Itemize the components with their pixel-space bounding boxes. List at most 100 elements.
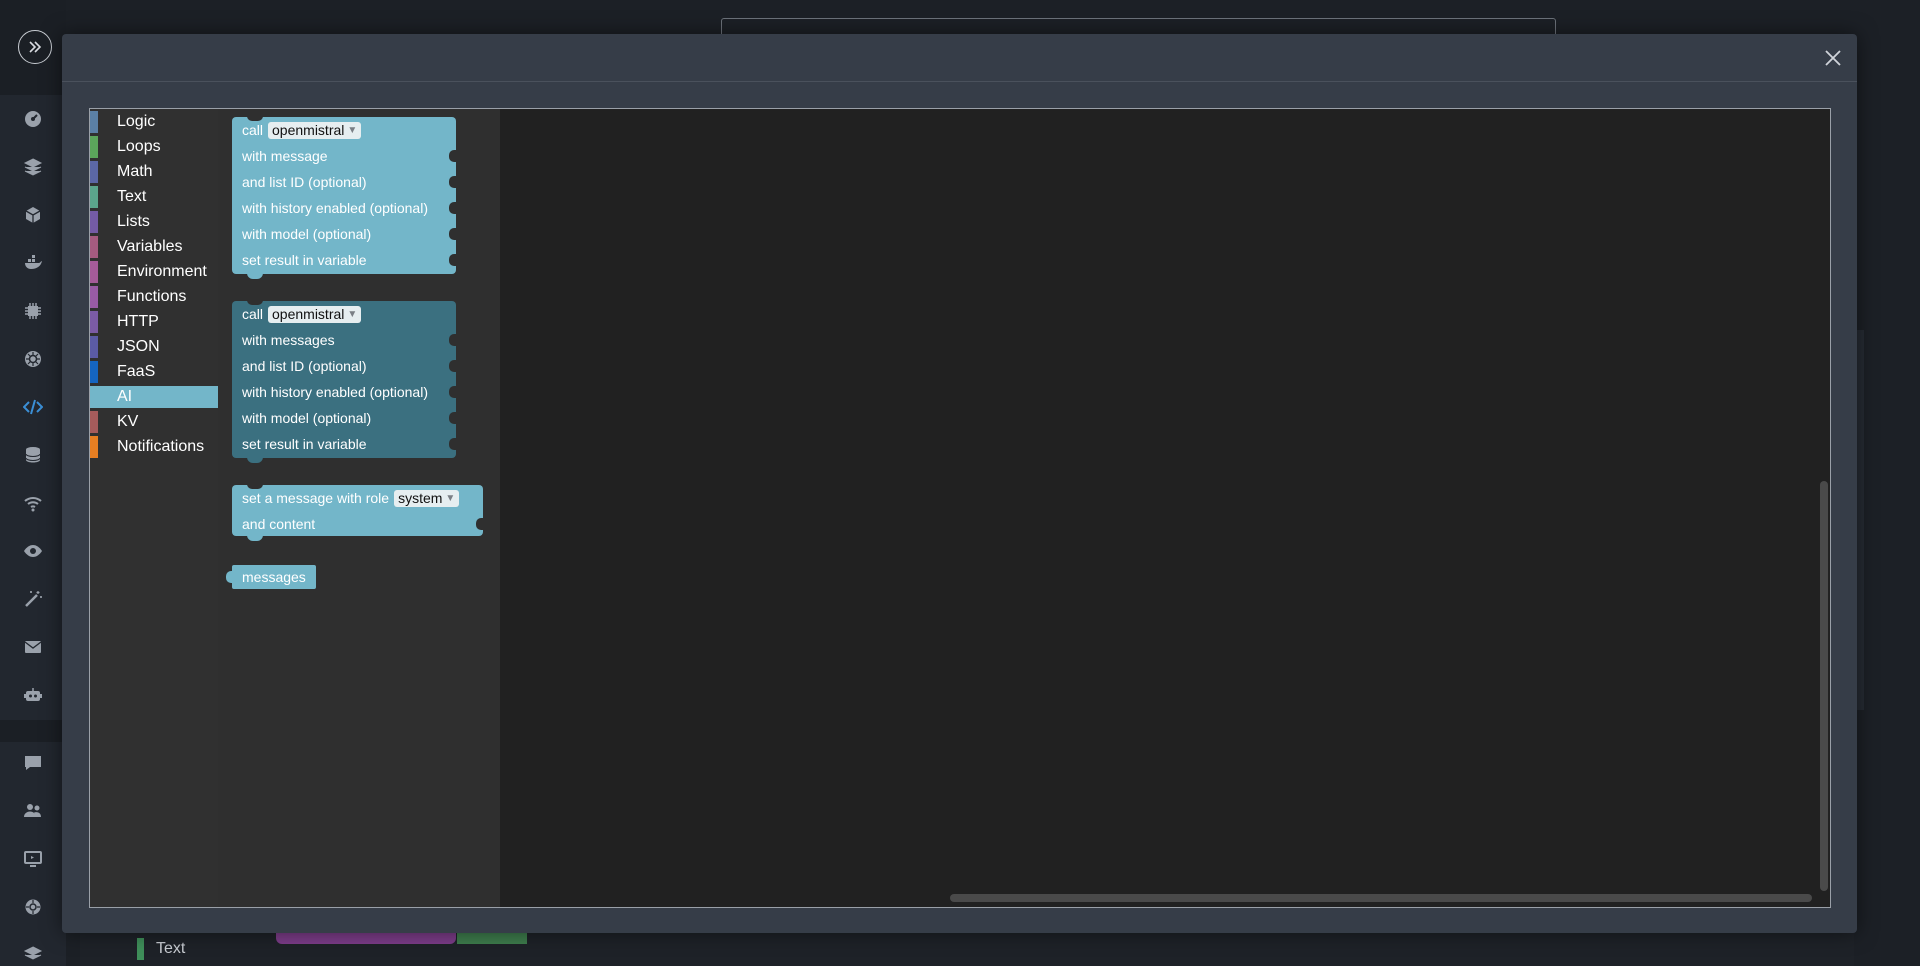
- expand-sidebar-button[interactable]: [18, 30, 52, 64]
- docker-icon[interactable]: [22, 252, 44, 274]
- toolbox-category-variables[interactable]: Variables: [90, 236, 218, 258]
- code-icon[interactable]: [22, 396, 44, 418]
- sidebar-divider: [0, 720, 66, 742]
- vertical-scrollbar[interactable]: [1820, 481, 1828, 891]
- category-swatch: [90, 136, 98, 158]
- category-label: Notifications: [117, 438, 205, 455]
- block-row: with message: [242, 148, 328, 164]
- toolbox-category-http[interactable]: HTTP: [90, 311, 218, 333]
- close-icon: [1825, 50, 1841, 66]
- messages-block[interactable]: messages: [226, 565, 316, 589]
- toolbox-category-loops[interactable]: Loops: [90, 136, 218, 158]
- toolbox-category-environment[interactable]: Environment: [90, 261, 218, 283]
- blockly-workspace: Logic Loops Math Text Lists Variables En…: [89, 108, 1831, 908]
- toolbox-category-lists[interactable]: Lists: [90, 211, 218, 233]
- chip-icon[interactable]: [22, 300, 44, 322]
- app-sidebar: [0, 0, 66, 966]
- chat-icon[interactable]: [22, 752, 44, 774]
- eye-icon[interactable]: [22, 540, 44, 562]
- value-input-slot: [449, 360, 456, 372]
- robot-icon[interactable]: [22, 684, 44, 706]
- call-label: call: [242, 306, 264, 322]
- toolbox-category-ai[interactable]: AI: [90, 386, 218, 408]
- block-row: and content: [242, 516, 316, 532]
- category-label: Loops: [117, 138, 161, 155]
- category-swatch: [90, 361, 98, 383]
- kubernetes-icon[interactable]: [22, 348, 44, 370]
- wifi-icon[interactable]: [22, 492, 44, 514]
- value-input-slot: [449, 176, 456, 188]
- category-label: Functions: [117, 288, 187, 305]
- dropdown-arrow-icon: ▼: [347, 124, 358, 136]
- set-message-role-block[interactable]: set a message with role system ▼ and cont…: [232, 484, 483, 541]
- layers-icon[interactable]: [22, 156, 44, 178]
- category-swatch: [90, 186, 98, 208]
- block-row-call: call openmistral ▼: [242, 303, 362, 325]
- model-dropdown[interactable]: openmistral ▼: [268, 305, 362, 323]
- category-label: Text: [117, 188, 147, 205]
- category-label: JSON: [117, 338, 160, 355]
- block-row: and list ID (optional): [242, 358, 367, 374]
- messages-label: messages: [242, 569, 306, 585]
- category-label: Logic: [117, 113, 156, 130]
- block-next-tab: [247, 457, 263, 463]
- workspace-canvas[interactable]: [500, 109, 1830, 907]
- block-next-tab: [247, 535, 263, 541]
- category-label: Math: [117, 163, 153, 180]
- box-icon[interactable]: [22, 204, 44, 226]
- toolbox-category-math[interactable]: Math: [90, 161, 218, 183]
- block-row: with messages: [242, 332, 335, 348]
- ai-call-messages-block[interactable]: call openmistral ▼ with messages and list…: [232, 300, 456, 463]
- ai-call-message-block[interactable]: call openmistral ▼ with message and list …: [232, 116, 456, 279]
- category-swatch: [90, 236, 98, 258]
- horizontal-scrollbar[interactable]: [950, 894, 1812, 902]
- magic-wand-icon[interactable]: [22, 588, 44, 610]
- block-row: with model (optional): [242, 410, 372, 426]
- value-input-slot: [449, 254, 456, 266]
- users-icon[interactable]: [22, 800, 44, 822]
- blockly-modal: Logic Loops Math Text Lists Variables En…: [62, 34, 1857, 933]
- toolbox-category-kv[interactable]: KV: [90, 411, 218, 433]
- toolbox-category-notifications[interactable]: Notifications: [90, 436, 218, 458]
- toolbox-category-faas[interactable]: FaaS: [90, 361, 218, 383]
- mail-icon[interactable]: [22, 636, 44, 658]
- category-label: FaaS: [117, 363, 156, 380]
- role-value: system: [398, 490, 443, 506]
- category-label: HTTP: [117, 313, 159, 330]
- settings-icon[interactable]: [22, 896, 44, 918]
- toolbox-category-text[interactable]: Text: [90, 186, 218, 208]
- database-icon[interactable]: [22, 444, 44, 466]
- toolbox: Logic Loops Math Text Lists Variables En…: [90, 109, 218, 907]
- toolbox-category-functions[interactable]: Functions: [90, 286, 218, 308]
- stack-icon[interactable]: [22, 944, 44, 966]
- toolbox-category-json[interactable]: JSON: [90, 336, 218, 358]
- modal-header: [62, 34, 1857, 82]
- screen-icon[interactable]: [22, 848, 44, 870]
- dropdown-arrow-icon: ▼: [347, 308, 358, 320]
- category-swatch: [90, 161, 98, 183]
- category-swatch: [90, 336, 98, 358]
- close-button[interactable]: [1819, 44, 1847, 72]
- category-label: Lists: [117, 213, 150, 230]
- value-input-slot: [449, 334, 456, 346]
- model-dropdown[interactable]: openmistral ▼: [268, 121, 362, 139]
- category-swatch: [90, 261, 98, 283]
- category-swatch: [90, 111, 98, 133]
- category-label: KV: [117, 413, 139, 430]
- category-swatch: [90, 411, 98, 433]
- category-swatch: [90, 286, 98, 308]
- value-input-slot: [449, 228, 456, 240]
- background-workspace: Text: [80, 932, 1854, 966]
- block-row-role: set a message with role system ▼: [242, 487, 460, 509]
- block-row-call: call openmistral ▼: [242, 119, 362, 141]
- background-category-swatch: [137, 938, 144, 960]
- background-block: [457, 932, 527, 944]
- category-swatch: [90, 436, 98, 458]
- value-input-slot: [449, 150, 456, 162]
- model-value: openmistral: [272, 122, 345, 138]
- toolbox-category-logic[interactable]: Logic: [90, 111, 218, 133]
- value-input-slot: [449, 202, 456, 214]
- role-dropdown[interactable]: system ▼: [394, 489, 460, 507]
- value-input-slot: [449, 412, 456, 424]
- dashboard-icon[interactable]: [22, 108, 44, 130]
